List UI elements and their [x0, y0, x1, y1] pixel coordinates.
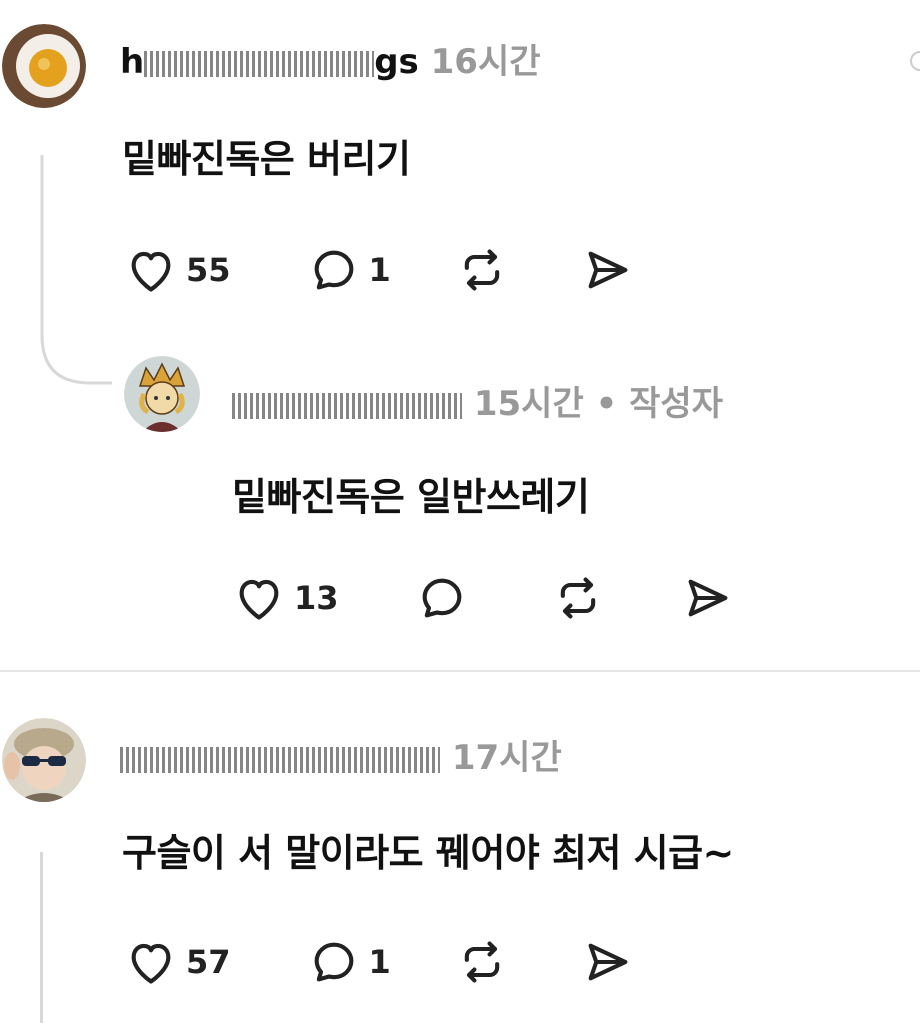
share-icon [681, 572, 735, 624]
repost-button[interactable] [455, 936, 509, 988]
action-bar: 55 1 [124, 244, 635, 296]
avatar-sunglasses[interactable] [2, 718, 86, 802]
timestamp: 17시간 [451, 738, 562, 778]
reply-count: 1 [368, 943, 391, 981]
like-count: 55 [186, 251, 231, 289]
share-icon [581, 936, 635, 988]
repost-button[interactable] [551, 572, 605, 624]
heart-icon [124, 244, 178, 296]
repost-icon [455, 936, 509, 988]
more-icon[interactable] [904, 46, 920, 76]
username[interactable] [120, 738, 452, 778]
avatar-cartoon[interactable] [124, 356, 200, 432]
username[interactable]: h gs [120, 42, 431, 82]
comment-header: 17시간 [120, 730, 562, 779]
thread-connector [40, 155, 112, 387]
action-bar: 57 1 [124, 936, 635, 988]
share-button[interactable] [581, 936, 635, 988]
action-bar: 13 [232, 572, 735, 624]
avatar-tea-cup[interactable] [2, 24, 86, 108]
repost-icon [551, 572, 605, 624]
heart-icon [232, 572, 286, 624]
comment-icon [307, 244, 361, 296]
reply-button[interactable] [415, 572, 477, 624]
repost-button[interactable] [455, 244, 509, 296]
like-count: 13 [294, 579, 339, 617]
comment-text: 구슬이 서 말이라도 꿰어야 최저 시급~ [122, 831, 734, 875]
comment-icon [307, 936, 361, 988]
like-button[interactable]: 57 [124, 936, 231, 988]
divider [0, 670, 920, 672]
comment-header: 15시간 • 작성자 [232, 376, 723, 425]
share-button[interactable] [681, 572, 735, 624]
timestamp: 16시간 [430, 42, 541, 82]
thread-line [40, 852, 43, 1023]
timestamp: 15시간 [473, 384, 584, 424]
reply-button[interactable]: 1 [307, 936, 391, 988]
comment-header: h gs 16시간 [120, 34, 541, 83]
like-button[interactable]: 55 [124, 244, 231, 296]
author-tag: • 작성자 [595, 384, 723, 424]
like-button[interactable]: 13 [232, 572, 339, 624]
comment-text: 밑빠진독은 일반쓰레기 [232, 475, 590, 519]
username[interactable] [232, 384, 474, 424]
comment-text: 밑빠진독은 버리기 [122, 137, 411, 181]
share-button[interactable] [581, 244, 635, 296]
heart-icon [124, 936, 178, 988]
reply-button[interactable]: 1 [307, 244, 391, 296]
share-icon [581, 244, 635, 296]
comment-icon [415, 572, 469, 624]
reply-count: 1 [368, 251, 391, 289]
like-count: 57 [186, 943, 231, 981]
repost-icon [455, 244, 509, 296]
